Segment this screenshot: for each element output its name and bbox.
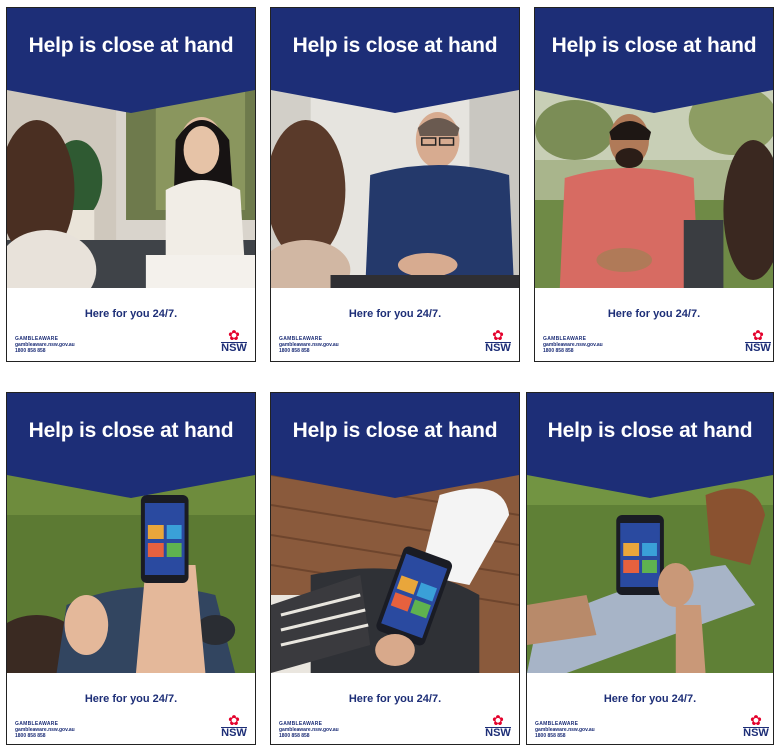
gambleaware-info: GAMBLEAWARE gambleaware.nsw.gov.au 1800 …: [543, 336, 603, 354]
waratah-icon: ✿: [492, 327, 504, 343]
headline: Help is close at hand: [28, 34, 234, 57]
gambleaware-info: GAMBLEAWARE gambleaware.nsw.gov.au 1800 …: [15, 721, 75, 739]
nsw-wordmark: NSW: [743, 727, 769, 739]
nsw-logo: ✿ NSW: [485, 328, 511, 358]
nsw-logo: ✿ NSW: [221, 328, 247, 358]
poster-2: Help is close at hand Here for you 24/7.…: [270, 7, 520, 362]
headline: Help is close at hand: [547, 419, 753, 442]
headline: Help is close at hand: [292, 34, 498, 57]
header-banner: [527, 393, 773, 498]
gambleaware-info: GAMBLEAWARE gambleaware.nsw.gov.au 1800 …: [535, 721, 595, 739]
poster-4: Help is close at hand Here for you 24/7.…: [6, 392, 256, 745]
gambleaware-info: GAMBLEAWARE gambleaware.nsw.gov.au 1800 …: [279, 721, 339, 739]
gambleaware-phone: 1800 858 858: [535, 733, 566, 739]
header-banner: [271, 393, 519, 498]
tagline: Here for you 24/7.: [607, 308, 701, 320]
headline: Help is close at hand: [28, 419, 234, 442]
nsw-wordmark: NSW: [221, 727, 247, 739]
nsw-wordmark: NSW: [745, 342, 771, 354]
gambleaware-phone: 1800 858 858: [15, 348, 46, 354]
gambleaware-phone: 1800 858 858: [279, 733, 310, 739]
header-banner: [7, 393, 255, 498]
poster-3: Help is close at hand Here for you 24/7.…: [534, 7, 774, 362]
nsw-wordmark: NSW: [485, 342, 511, 354]
header-banner: [271, 8, 519, 113]
gambleaware-phone: 1800 858 858: [279, 348, 310, 354]
gambleaware-info: GAMBLEAWARE gambleaware.nsw.gov.au 1800 …: [279, 336, 339, 354]
waratah-icon: ✿: [492, 712, 504, 728]
waratah-icon: ✿: [228, 712, 240, 728]
poster-6: Help is close at hand Here for you 24/7.…: [526, 392, 774, 745]
header-banner: [7, 8, 255, 113]
nsw-logo: ✿ NSW: [485, 713, 511, 743]
poster-5: Help is close at hand Here for you 24/7.…: [270, 392, 520, 745]
tagline: Here for you 24/7.: [84, 693, 178, 705]
gambleaware-info: GAMBLEAWARE gambleaware.nsw.gov.au 1800 …: [15, 336, 75, 354]
tagline: Here for you 24/7.: [348, 308, 442, 320]
nsw-logo: ✿ NSW: [743, 713, 769, 743]
tagline: Here for you 24/7.: [348, 693, 442, 705]
gambleaware-phone: 1800 858 858: [543, 348, 574, 354]
nsw-logo: ✿ NSW: [745, 328, 771, 358]
headline: Help is close at hand: [292, 419, 498, 442]
tagline: Here for you 24/7.: [603, 693, 697, 705]
waratah-icon: ✿: [228, 327, 240, 343]
nsw-wordmark: NSW: [221, 342, 247, 354]
nsw-logo: ✿ NSW: [221, 713, 247, 743]
poster-1: Help is close at hand Here for you 24/7.…: [6, 7, 256, 362]
nsw-wordmark: NSW: [485, 727, 511, 739]
header-banner: [535, 8, 773, 113]
waratah-icon: ✿: [752, 327, 764, 343]
waratah-icon: ✿: [750, 712, 762, 728]
gambleaware-phone: 1800 858 858: [15, 733, 46, 739]
headline: Help is close at hand: [551, 34, 757, 57]
tagline: Here for you 24/7.: [84, 308, 178, 320]
